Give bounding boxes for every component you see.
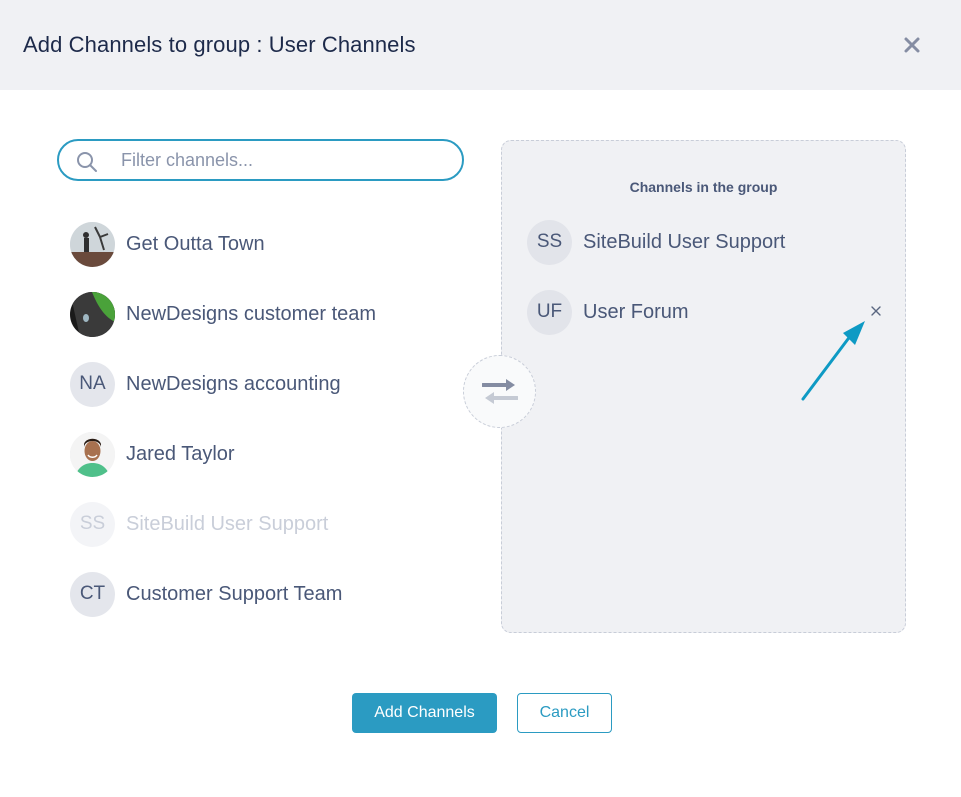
channel-photo-icon xyxy=(70,291,115,337)
dialog-title: Add Channels to group : User Channels xyxy=(23,32,416,57)
channel-label: Jared Taylor xyxy=(126,442,235,465)
channel-item-newdesigns-accounting[interactable]: NA NewDesigns accounting xyxy=(70,361,341,407)
avatar: NA xyxy=(70,361,115,407)
channel-label: Get Outta Town xyxy=(126,232,265,255)
transfer-button[interactable] xyxy=(463,355,536,428)
group-item-label: User Forum xyxy=(583,300,689,323)
channel-item-customer-support-team[interactable]: CT Customer Support Team xyxy=(70,571,342,617)
group-panel-title: Channels in the group xyxy=(629,179,778,195)
avatar: SS xyxy=(70,501,115,547)
group-channels-panel: Channels in the group SS SiteBuild User … xyxy=(501,140,906,633)
group-item-user-forum: UF User Forum xyxy=(527,289,882,335)
group-item-label: SiteBuild User Support xyxy=(583,230,786,253)
channel-label: NewDesigns accounting xyxy=(126,372,341,395)
swap-arrows-icon xyxy=(482,379,518,404)
group-item-sitebuild-user-support: SS SiteBuild User Support xyxy=(527,219,882,265)
avatar xyxy=(70,431,115,477)
channel-label: SiteBuild User Support xyxy=(126,512,329,535)
remove-channel-icon[interactable] xyxy=(869,304,883,318)
channel-item-get-outta-town[interactable]: Get Outta Town xyxy=(70,221,265,267)
avatar: CT xyxy=(70,571,115,617)
channel-item-jared-taylor[interactable]: Jared Taylor xyxy=(70,431,235,477)
channel-label: NewDesigns customer team xyxy=(126,302,377,325)
user-photo-icon xyxy=(70,431,115,477)
search-icon xyxy=(77,152,97,172)
avatar xyxy=(70,221,115,267)
add-channels-button[interactable]: Add Channels xyxy=(352,693,497,733)
channel-photo-icon xyxy=(70,221,115,267)
filter-channels-search[interactable] xyxy=(57,139,464,181)
channel-label: Customer Support Team xyxy=(126,582,343,605)
avatar: SS xyxy=(527,219,572,265)
cancel-button[interactable]: Cancel xyxy=(517,693,612,733)
close-icon xyxy=(904,37,920,53)
channel-item-sitebuild-user-support: SS SiteBuild User Support xyxy=(70,501,328,547)
avatar xyxy=(70,291,115,337)
dialog-header: Add Channels to group : User Channels xyxy=(0,0,961,90)
filter-channels-input[interactable] xyxy=(121,147,441,173)
avatar: UF xyxy=(527,289,572,335)
close-button[interactable] xyxy=(900,33,924,57)
channel-item-newdesigns-customer-team[interactable]: NewDesigns customer team xyxy=(70,291,376,337)
